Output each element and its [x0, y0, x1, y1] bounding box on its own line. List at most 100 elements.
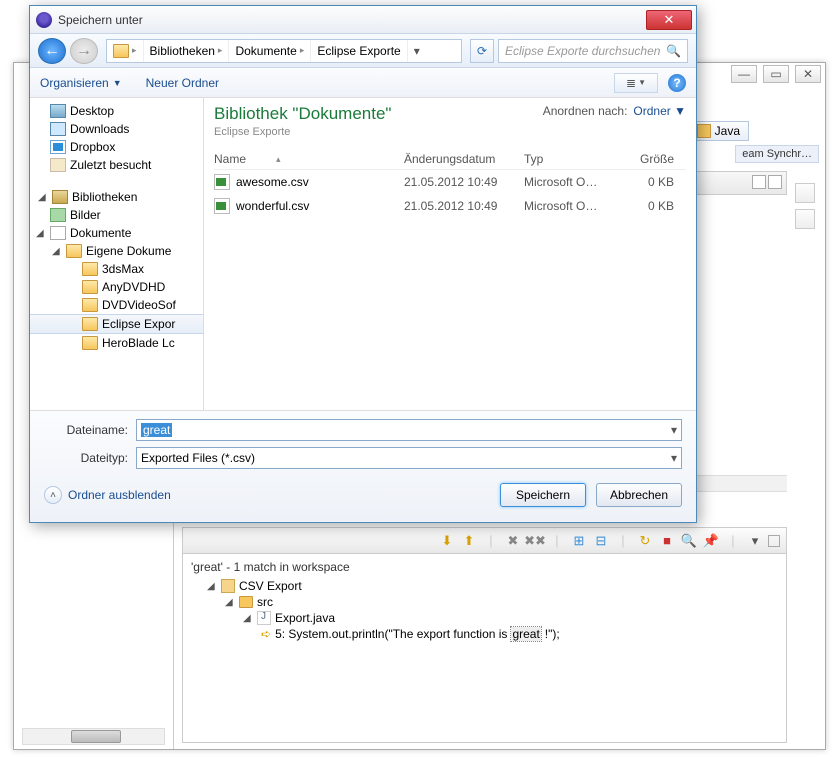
tree-downloads[interactable]: Downloads [30, 120, 203, 138]
tree-folder-selected[interactable]: Eclipse Expor [30, 314, 203, 334]
dialog-title: Speichern unter [58, 13, 646, 27]
help-button[interactable]: ? [668, 74, 686, 92]
hide-folders-link[interactable]: ˄ Ordner ausblenden [44, 486, 171, 504]
address-bar[interactable]: ▸ Bibliotheken▸ Dokumente▸ Eclipse Expor… [106, 39, 462, 63]
folder-icon [82, 280, 98, 294]
perspective-label: Java [715, 124, 740, 138]
explorer-hscroll[interactable] [22, 728, 165, 745]
expand-icon: ◢ [38, 192, 48, 203]
pin-icon[interactable]: 📌 [702, 532, 720, 550]
nav-back-button[interactable]: ← [38, 38, 66, 64]
expand-icon: ◢ [243, 613, 253, 624]
search-toolbar: ⬇ ⬆ | ✖ ✖✖ | ⊞ ⊟ | ↻ ■ 🔍 📌 | ▾ [183, 528, 786, 554]
col-size[interactable]: Größe [614, 152, 674, 166]
file-label: Export.java [275, 611, 335, 625]
new-folder-button[interactable]: Neuer Ordner [146, 76, 219, 90]
view-mode-button[interactable]: ≣ ▼ [614, 73, 658, 93]
history-icon[interactable]: 🔍 [680, 532, 698, 550]
refresh-button[interactable]: ⟳ [470, 39, 494, 63]
col-name[interactable]: Name▴ [214, 152, 404, 166]
tree-folder[interactable]: 3dsMax [30, 260, 203, 278]
search-match-line[interactable]: ➪ 5: System.out.println("The export func… [189, 626, 780, 642]
crumb-0[interactable]: Bibliotheken [150, 44, 215, 58]
csv-icon [214, 198, 230, 214]
tree-folder[interactable]: AnyDVDHD [30, 278, 203, 296]
organize-button[interactable]: Organisieren ▼ [40, 76, 122, 90]
arrange-by-link[interactable]: Ordner ▼ [633, 104, 686, 118]
search-project-node[interactable]: ◢ CSV Export [189, 578, 780, 594]
cancel-button[interactable]: Abbrechen [596, 483, 682, 507]
column-headers: Name▴ Änderungsdatum Typ Größe [214, 152, 686, 170]
tree-libraries[interactable]: ◢Bibliotheken [30, 188, 203, 206]
minimize-icon[interactable] [768, 535, 780, 547]
save-as-dialog: Speichern unter ✕ ← → ▸ Bibliotheken▸ Do… [29, 5, 697, 523]
run-again-icon[interactable]: ↻ [636, 532, 654, 550]
tree-recent[interactable]: Zuletzt besucht [30, 156, 203, 174]
prev-match-icon[interactable]: ⬆ [460, 532, 478, 550]
folder-icon [82, 262, 98, 276]
folder-icon [239, 596, 253, 608]
match-highlight: great [511, 627, 540, 641]
remove-match-icon[interactable]: ✖ [504, 532, 522, 550]
dialog-toolbar: Organisieren ▼ Neuer Ordner ≣ ▼ ? [30, 68, 696, 98]
team-sync-tab[interactable]: eam Synchr… [735, 145, 819, 163]
tree-own-docs[interactable]: ◢Eigene Dokume [30, 242, 203, 260]
col-date[interactable]: Änderungsdatum [404, 152, 524, 166]
dialog-nav-bar: ← → ▸ Bibliotheken▸ Dokumente▸ Eclipse E… [30, 34, 696, 68]
address-dropdown[interactable]: ▾ [408, 44, 426, 58]
file-size: 0 KB [614, 199, 674, 213]
csv-icon [214, 174, 230, 190]
chevron-down-icon[interactable]: ▾ [671, 451, 677, 465]
crumb-1[interactable]: Dokumente [235, 44, 296, 58]
next-match-icon[interactable]: ⬇ [438, 532, 456, 550]
dialog-close-button[interactable]: ✕ [646, 10, 692, 30]
minimize-button[interactable]: — [731, 65, 757, 83]
maximize-view-icon[interactable] [768, 175, 782, 189]
crumb-2[interactable]: Eclipse Exporte [317, 44, 400, 58]
tree-dropbox[interactable]: Dropbox [30, 138, 203, 156]
library-title: Bibliothek "Dokumente" [214, 104, 391, 124]
chevron-down-icon[interactable]: ▾ [671, 423, 677, 437]
tree-desktop[interactable]: Desktop [30, 102, 203, 120]
maximize-button[interactable]: ▭ [763, 65, 789, 83]
expand-all-icon[interactable]: ⊞ [570, 532, 588, 550]
nav-forward-button[interactable]: → [70, 38, 98, 64]
view-menu-icon[interactable]: ▾ [746, 532, 764, 550]
col-type[interactable]: Typ [524, 152, 614, 166]
tree-pictures[interactable]: Bilder [30, 206, 203, 224]
desktop-icon [50, 104, 66, 118]
java-icon [697, 124, 711, 138]
chevron-up-icon: ˄ [44, 486, 62, 504]
filetype-select[interactable]: Exported Files (*.csv) ▾ [136, 447, 682, 469]
folder-icon [82, 317, 98, 331]
java-file-icon [257, 611, 271, 625]
file-row[interactable]: awesome.csv 21.05.2012 10:49 Microsoft O… [214, 170, 686, 194]
search-placeholder: Eclipse Exporte durchsuchen [505, 44, 660, 58]
task-view-icon[interactable] [795, 209, 815, 229]
save-button[interactable]: Speichern [500, 483, 586, 507]
search-box[interactable]: Eclipse Exporte durchsuchen 🔍 [498, 39, 688, 63]
file-row[interactable]: wonderful.csv 21.05.2012 10:49 Microsoft… [214, 194, 686, 218]
minimize-view-icon[interactable] [752, 175, 766, 189]
search-file-node[interactable]: ◢ Export.java [189, 610, 780, 626]
outline-view-icon[interactable] [795, 183, 815, 203]
project-label: CSV Export [239, 579, 302, 593]
tree-folder[interactable]: HeroBlade Lc [30, 334, 203, 352]
recent-icon [50, 158, 66, 172]
sep: | [548, 532, 566, 550]
search-src-node[interactable]: ◢ src [189, 594, 780, 610]
close-button[interactable]: ✕ [795, 65, 821, 83]
chevron-icon: ▸ [132, 45, 137, 56]
cancel-search-icon[interactable]: ■ [658, 532, 676, 550]
filename-input[interactable]: great ▾ [136, 419, 682, 441]
file-size: 0 KB [614, 175, 674, 189]
expand-icon: ◢ [36, 228, 46, 239]
sep: | [482, 532, 500, 550]
tree-documents[interactable]: ◢Dokumente [30, 224, 203, 242]
tree-folder[interactable]: DVDVideoSof [30, 296, 203, 314]
dialog-titlebar[interactable]: Speichern unter ✕ [30, 6, 696, 34]
remove-all-icon[interactable]: ✖✖ [526, 532, 544, 550]
file-type: Microsoft O… [524, 199, 614, 213]
search-view: ⬇ ⬆ | ✖ ✖✖ | ⊞ ⊟ | ↻ ■ 🔍 📌 | ▾ 'great' -… [182, 527, 787, 743]
collapse-all-icon[interactable]: ⊟ [592, 532, 610, 550]
